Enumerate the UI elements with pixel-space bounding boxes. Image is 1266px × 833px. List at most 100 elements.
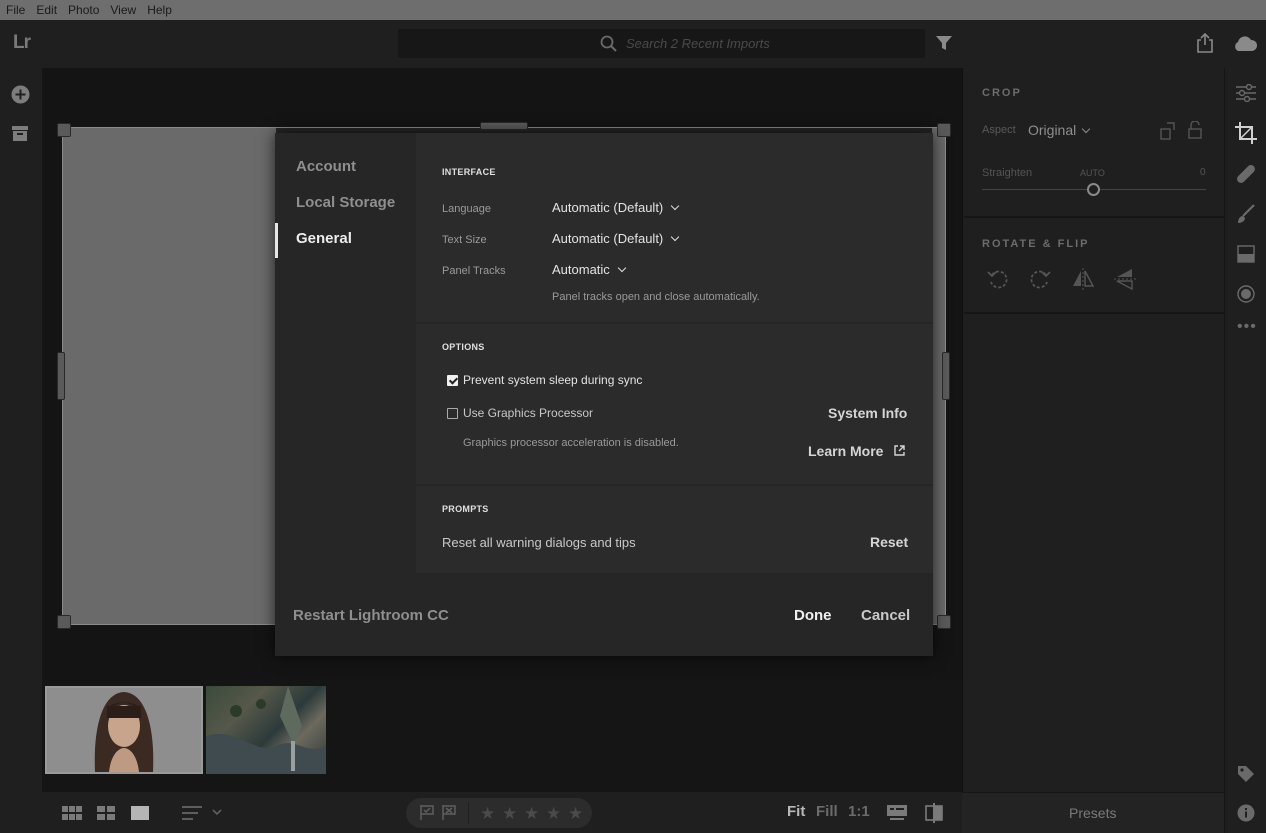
done-button[interactable]: Done	[794, 607, 832, 624]
filter-icon[interactable]	[936, 36, 952, 50]
zoom-fit[interactable]: Fit	[787, 803, 805, 820]
star-1[interactable]: ★	[480, 804, 495, 824]
presets-bar[interactable]: Presets	[962, 792, 1224, 833]
aspect-value: Original	[1028, 122, 1077, 138]
aspect-dropdown[interactable]: Original	[1028, 122, 1091, 138]
text-size-label: Text Size	[442, 234, 487, 246]
menu-file[interactable]: File	[6, 3, 25, 17]
preferences-dialog: Account Local Storage General INTERFACE …	[275, 133, 933, 656]
restart-lightroom-button[interactable]: Restart Lightroom CC	[293, 607, 449, 624]
nav-active-indicator	[275, 223, 278, 258]
rotate-flip-title: ROTATE & FLIP	[982, 238, 1090, 250]
nav-account[interactable]: Account	[296, 158, 356, 175]
compare-icon[interactable]	[887, 805, 907, 821]
panel-tracks-label: Panel Tracks	[442, 265, 506, 277]
straighten-auto[interactable]: AUTO	[1080, 168, 1105, 178]
menu-edit[interactable]: Edit	[36, 3, 57, 17]
chevron-down-icon	[1082, 124, 1091, 134]
healing-brush-icon[interactable]	[1236, 164, 1256, 184]
interface-title: INTERFACE	[442, 167, 496, 177]
aerial-image	[206, 686, 326, 774]
straighten-label: Straighten	[982, 167, 1033, 179]
star-2[interactable]: ★	[502, 804, 517, 824]
crop-handle-bl[interactable]	[57, 615, 71, 629]
rotate-aspect-icon[interactable]	[1160, 122, 1176, 140]
sort-icon[interactable]	[182, 806, 224, 820]
text-size-dropdown[interactable]: Automatic (Default)	[552, 231, 680, 246]
crop-handle-tr[interactable]	[937, 123, 951, 137]
menu-photo[interactable]: Photo	[68, 3, 99, 17]
star-5[interactable]: ★	[568, 804, 583, 824]
top-bar: Lr Search 2 Recent Imports	[0, 20, 1266, 68]
flag-pick-icon[interactable]	[420, 805, 434, 820]
square-grid-icon[interactable]	[62, 806, 82, 820]
thumbnail-aerial[interactable]	[206, 686, 326, 774]
thumbnail-portrait[interactable]	[45, 686, 203, 774]
gpu-note: Graphics processor acceleration is disab…	[463, 437, 679, 449]
prompts-section: PROMPTS Reset all warning dialogs and ti…	[416, 486, 933, 573]
cloud-icon[interactable]	[1232, 34, 1258, 52]
crop-handle-br[interactable]	[937, 615, 951, 629]
crop-handle-tl[interactable]	[57, 123, 71, 137]
zoom-1to1[interactable]: 1:1	[848, 803, 870, 820]
panel-divider	[964, 312, 1224, 314]
learn-more-link[interactable]: Learn More	[808, 443, 905, 461]
flip-vertical-icon[interactable]	[1114, 268, 1136, 290]
add-photos-icon[interactable]	[11, 85, 30, 104]
nav-local-storage[interactable]: Local Storage	[296, 194, 395, 211]
before-after-icon[interactable]	[925, 803, 943, 823]
nav-general[interactable]: General	[296, 230, 352, 247]
brush-icon[interactable]	[1237, 204, 1255, 224]
panel-tracks-dropdown[interactable]: Automatic	[552, 262, 627, 277]
prevent-sleep-checkbox[interactable]	[447, 375, 458, 386]
crop-section-title: CROP	[982, 87, 1022, 99]
external-link-icon	[894, 445, 905, 456]
left-rail	[0, 68, 42, 833]
zoom-fill[interactable]: Fill	[816, 803, 838, 820]
crop-handle-top[interactable]	[480, 122, 528, 130]
photo-grid-icon[interactable]	[97, 806, 115, 820]
menu-view[interactable]: View	[110, 3, 136, 17]
app-logo: Lr	[13, 32, 31, 53]
gpu-checkbox[interactable]	[447, 408, 458, 419]
lock-icon[interactable]	[1188, 121, 1202, 139]
more-icon[interactable]: •••	[1237, 318, 1257, 336]
crop-handle-left[interactable]	[57, 352, 65, 400]
reset-warnings-label: Reset all warning dialogs and tips	[442, 535, 636, 550]
edit-sliders-icon[interactable]	[1236, 84, 1256, 102]
straighten-slider-thumb[interactable]	[1087, 183, 1100, 196]
star-4[interactable]: ★	[546, 804, 561, 824]
share-icon[interactable]	[1196, 33, 1214, 53]
gpu-label[interactable]: Use Graphics Processor	[463, 406, 593, 420]
pill-divider	[468, 802, 469, 824]
search-placeholder[interactable]: Search 2 Recent Imports	[626, 36, 770, 51]
system-info-button[interactable]: System Info	[828, 405, 907, 421]
crop-handle-right[interactable]	[942, 352, 950, 400]
info-icon[interactable]	[1237, 804, 1255, 822]
crop-tool-icon[interactable]	[1235, 122, 1257, 144]
tag-icon[interactable]	[1237, 765, 1255, 783]
library-icon[interactable]	[12, 126, 28, 141]
search-box[interactable]: Search 2 Recent Imports	[398, 29, 925, 58]
portrait-image	[47, 688, 201, 772]
linear-gradient-icon[interactable]	[1237, 245, 1255, 263]
straighten-value: 0	[1200, 167, 1206, 178]
radial-gradient-icon[interactable]	[1237, 285, 1255, 303]
options-section: OPTIONS Prevent system sleep during sync…	[416, 324, 933, 484]
chevron-down-icon	[671, 232, 680, 242]
rotate-left-icon[interactable]	[987, 268, 1009, 290]
rotate-right-icon[interactable]	[1029, 268, 1051, 290]
flag-reject-icon[interactable]	[442, 805, 456, 820]
preferences-nav: Account Local Storage General	[275, 133, 416, 573]
language-dropdown[interactable]: Automatic (Default)	[552, 200, 680, 215]
reset-button[interactable]: Reset	[870, 534, 908, 550]
menu-help[interactable]: Help	[147, 3, 172, 17]
star-3[interactable]: ★	[524, 804, 539, 824]
detail-view-icon[interactable]	[131, 806, 149, 820]
cancel-button[interactable]: Cancel	[861, 607, 910, 624]
prevent-sleep-label[interactable]: Prevent system sleep during sync	[463, 373, 642, 387]
interface-section: INTERFACE Language Automatic (Default) T…	[416, 133, 933, 322]
panel-divider	[964, 216, 1224, 218]
flip-horizontal-icon[interactable]	[1072, 268, 1094, 290]
menu-bar: File Edit Photo View Help	[0, 0, 1266, 20]
